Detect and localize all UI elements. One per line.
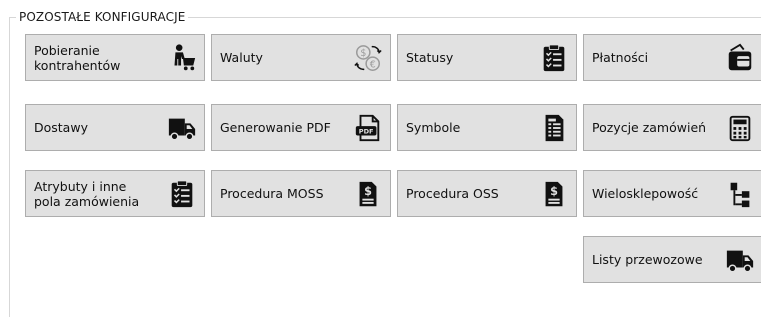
button-label: Wielosklepowość bbox=[592, 186, 699, 201]
listy-przewozowe-button[interactable]: Listy przewozowe bbox=[583, 236, 761, 283]
button-label: Dostawy bbox=[34, 120, 88, 135]
generowanie-pdf-button[interactable]: Generowanie PDF PDF bbox=[211, 104, 391, 151]
waluty-button[interactable]: Waluty $ € bbox=[211, 34, 391, 81]
group-title: POZOSTAŁE KONFIGURACJE bbox=[16, 9, 189, 25]
dollar-document-icon: $ bbox=[538, 178, 570, 210]
clipboard-checklist-icon bbox=[166, 178, 198, 210]
svg-text:$: $ bbox=[550, 184, 558, 197]
currency-exchange-icon: $ € bbox=[352, 42, 384, 74]
svg-text:$: $ bbox=[364, 184, 372, 197]
clipboard-checklist-icon bbox=[538, 42, 570, 74]
button-label: Generowanie PDF bbox=[220, 120, 331, 135]
platnosci-button[interactable]: Płatności bbox=[583, 34, 761, 81]
delivery-truck-icon bbox=[166, 112, 198, 144]
button-label: Atrybuty i inne pola zamówienia bbox=[34, 178, 140, 209]
dostawy-button[interactable]: Dostawy bbox=[25, 104, 205, 151]
pobieranie-kontrahentow-button[interactable]: Pobieranie kontrahentów bbox=[25, 34, 205, 81]
statusy-button[interactable]: Statusy bbox=[397, 34, 577, 81]
tree-structure-icon bbox=[724, 178, 756, 210]
dollar-document-icon: $ bbox=[352, 178, 384, 210]
procedura-oss-button[interactable]: Procedura OSS $ bbox=[397, 170, 577, 217]
button-label: Procedura MOSS bbox=[220, 186, 324, 201]
delivery-truck-icon bbox=[724, 244, 756, 276]
svg-text:PDF: PDF bbox=[359, 127, 374, 135]
wielosklepowosc-button[interactable]: Wielosklepowość bbox=[583, 170, 761, 217]
procedura-moss-button[interactable]: Procedura MOSS $ bbox=[211, 170, 391, 217]
button-label: Pozycje zamówień bbox=[592, 120, 707, 135]
button-label: Procedura OSS bbox=[406, 186, 499, 201]
customer-cart-icon bbox=[166, 42, 198, 74]
svg-text:€: € bbox=[370, 59, 376, 70]
button-label: Symbole bbox=[406, 120, 461, 135]
pozycje-zamowien-button[interactable]: Pozycje zamówień bbox=[583, 104, 761, 151]
button-label: Listy przewozowe bbox=[592, 252, 703, 267]
button-label: Płatności bbox=[592, 50, 649, 65]
calculator-icon bbox=[724, 112, 756, 144]
button-label: Waluty bbox=[220, 50, 263, 65]
symbole-button[interactable]: Symbole bbox=[397, 104, 577, 151]
wallet-card-icon bbox=[724, 42, 756, 74]
pdf-file-icon: PDF bbox=[352, 112, 384, 144]
button-label: Statusy bbox=[406, 50, 454, 65]
svg-text:$: $ bbox=[360, 48, 366, 59]
button-label: Pobieranie kontrahentów bbox=[34, 42, 121, 73]
atrybuty-button[interactable]: Atrybuty i inne pola zamówienia bbox=[25, 170, 205, 217]
document-list-icon bbox=[538, 112, 570, 144]
